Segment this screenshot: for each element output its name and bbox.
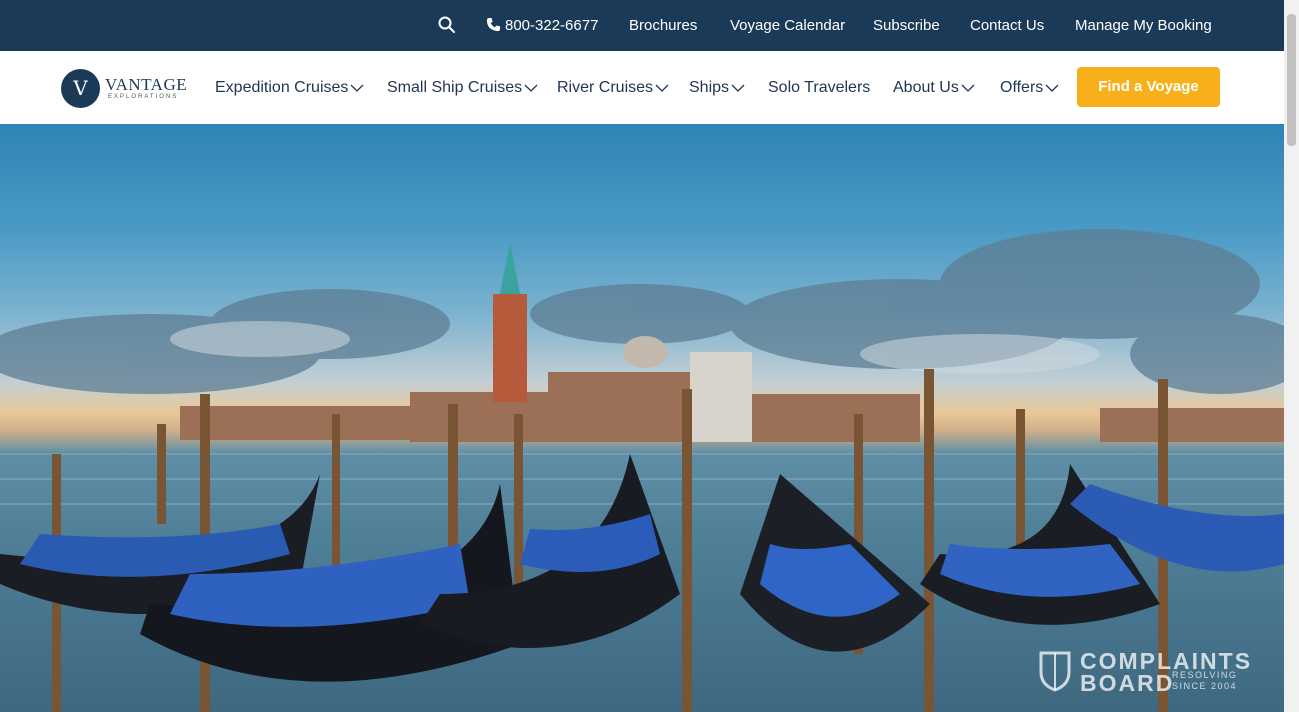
phone-link[interactable]: 800-322-6677: [486, 0, 598, 51]
chevron-down-icon: [961, 84, 975, 92]
chevron-down-icon: [350, 84, 364, 92]
watermark-line-4: SINCE 2004: [1172, 681, 1238, 691]
chevron-down-icon: [731, 84, 745, 92]
watermark-line-3: RESOLVING: [1172, 670, 1238, 680]
nav-small-ship-cruises[interactable]: Small Ship Cruises: [387, 51, 538, 124]
site-logo[interactable]: V VANTAGE EXPLORATIONS: [61, 68, 191, 108]
subscribe-link[interactable]: Subscribe: [873, 0, 940, 51]
find-a-voyage-button[interactable]: Find a Voyage: [1077, 67, 1220, 107]
chevron-down-icon: [524, 84, 538, 92]
watermark-line-2: BOARD: [1080, 670, 1175, 696]
nav-solo-travelers[interactable]: Solo Travelers: [768, 51, 870, 124]
logo-tagline: EXPLORATIONS: [108, 94, 179, 100]
chevron-down-icon: [655, 84, 669, 92]
shield-icon: [1039, 651, 1071, 692]
phone-number: 800-322-6677: [505, 17, 599, 34]
scrollbar-thumb[interactable]: [1287, 14, 1296, 146]
voyage-calendar-link[interactable]: Voyage Calendar: [730, 0, 845, 51]
search-button[interactable]: [436, 0, 456, 51]
contact-us-link[interactable]: Contact Us: [970, 0, 1044, 51]
hero-image: [0, 124, 1284, 712]
manage-booking-link[interactable]: Manage My Booking: [1075, 0, 1212, 51]
search-icon: [438, 16, 455, 33]
utility-bar: 800-322-6677 Brochures Voyage Calendar S…: [0, 0, 1284, 51]
venice-gondolas-scene: [0, 229, 1284, 712]
nav-about-us[interactable]: About Us: [893, 51, 975, 124]
complaints-board-watermark: COMPLAINTS BOARD RESOLVING SINCE 2004: [1038, 648, 1253, 696]
phone-icon: [486, 17, 501, 32]
main-navigation: V VANTAGE EXPLORATIONS Expedition Cruise…: [0, 51, 1284, 125]
brochures-link[interactable]: Brochures: [629, 0, 697, 51]
nav-expedition-cruises[interactable]: Expedition Cruises: [215, 51, 364, 124]
page-scrollbar[interactable]: [1284, 0, 1299, 712]
nav-ships[interactable]: Ships: [689, 51, 745, 124]
nav-offers[interactable]: Offers: [1000, 51, 1059, 124]
nav-river-cruises[interactable]: River Cruises: [557, 51, 669, 124]
logo-mark: V: [61, 69, 100, 108]
chevron-down-icon: [1045, 84, 1059, 92]
logo-name: VANTAGE: [105, 75, 188, 94]
